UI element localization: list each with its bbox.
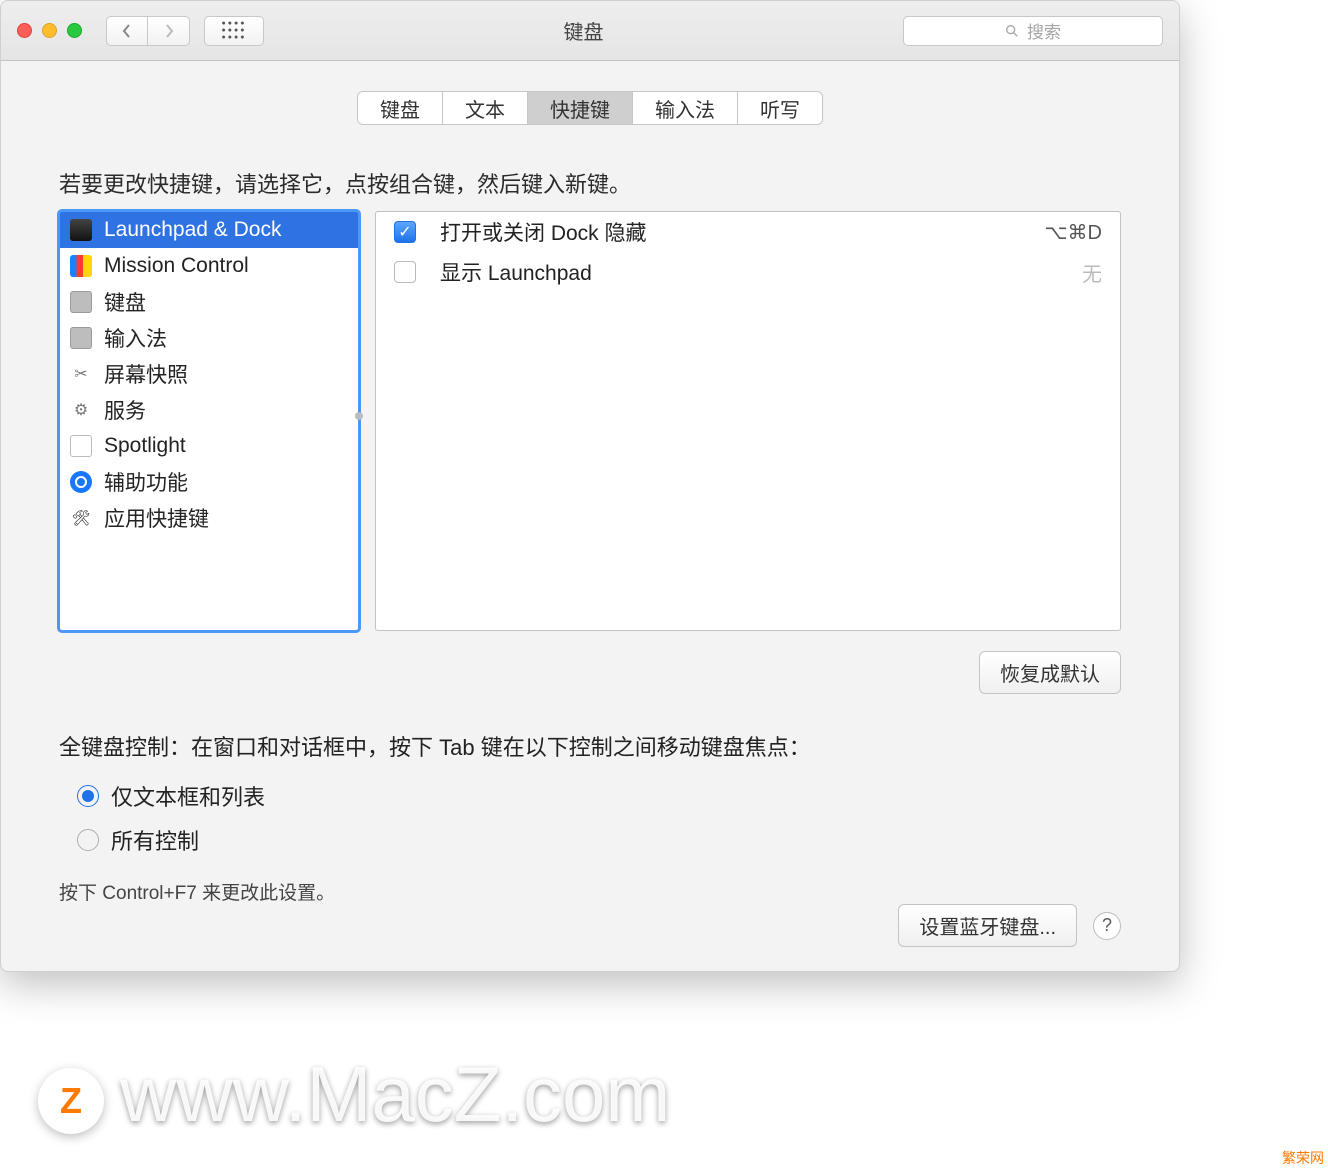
category-input-sources[interactable]: 输入法 — [60, 320, 358, 356]
category-label: 屏幕快照 — [104, 359, 188, 389]
category-app-shortcuts[interactable]: 应用快捷键 — [60, 500, 358, 536]
tab-text[interactable]: 文本 — [443, 92, 528, 124]
restore-defaults-button[interactable]: 恢复成默认 — [979, 651, 1121, 694]
shortcut-row-show-launchpad[interactable]: 显示 Launchpad 无 — [376, 252, 1120, 292]
radio-label: 所有控制 — [111, 824, 199, 856]
app-shortcuts-icon — [70, 507, 92, 529]
category-screenshots[interactable]: 屏幕快照 — [60, 356, 358, 392]
category-keyboard[interactable]: 键盘 — [60, 284, 358, 320]
checkbox[interactable]: ✓ — [394, 221, 416, 243]
close-window-button[interactable] — [17, 23, 32, 38]
shortcut-row-dock-hiding[interactable]: ✓ 打开或关闭 Dock 隐藏 ⌥⌘D — [376, 212, 1120, 252]
nav-group — [106, 16, 190, 46]
watermark-text: www.MacZ.com — [120, 1049, 670, 1140]
category-mission-control[interactable]: Mission Control — [60, 248, 358, 284]
input-icon — [70, 327, 92, 349]
shortcut-key: ⌥⌘D — [1045, 220, 1103, 245]
category-launchpad-dock[interactable]: Launchpad & Dock — [60, 212, 358, 248]
minimize-window-button[interactable] — [42, 23, 57, 38]
show-all-button[interactable]: ●●●●●●●●●●●● — [204, 16, 264, 46]
radio-all-controls[interactable]: 所有控制 — [77, 824, 1121, 856]
window-title: 键盘 — [278, 16, 889, 45]
tab-dictation[interactable]: 听写 — [738, 92, 822, 124]
chevron-left-icon — [122, 23, 132, 39]
category-label: Mission Control — [104, 254, 249, 278]
bluetooth-keyboard-button[interactable]: 设置蓝牙键盘... — [898, 904, 1077, 947]
split-panes: Launchpad & Dock Mission Control 键盘 输入法 — [59, 211, 1121, 631]
forward-button[interactable] — [148, 16, 190, 46]
full-keyboard-access-label: 全键盘控制：在窗口和对话框中，按下 Tab 键在以下控制之间移动键盘焦点： — [59, 730, 1121, 762]
radio-group: 仅文本框和列表 所有控制 — [77, 780, 1121, 856]
back-button[interactable] — [106, 16, 148, 46]
launchpad-icon — [70, 219, 92, 241]
tab-input-sources[interactable]: 输入法 — [633, 92, 738, 124]
tab-bar: 键盘 文本 快捷键 输入法 听写 — [1, 91, 1179, 125]
content-area: 若要更改快捷键，请选择它，点按组合键，然后键入新键。 Launchpad & D… — [1, 167, 1179, 905]
category-label: Launchpad & Dock — [104, 218, 281, 242]
shortcut-label: 显示 Launchpad — [440, 257, 1058, 287]
category-label: 输入法 — [104, 323, 167, 353]
mission-control-icon — [70, 255, 92, 277]
instruction-text: 若要更改快捷键，请选择它，点按组合键，然后键入新键。 — [59, 167, 1121, 199]
category-label: 键盘 — [104, 287, 146, 317]
category-label: 服务 — [104, 395, 146, 425]
watermark-logo: Z — [38, 1068, 104, 1134]
spotlight-icon — [70, 435, 92, 457]
category-spotlight[interactable]: Spotlight — [60, 428, 358, 464]
category-list-pane: Launchpad & Dock Mission Control 键盘 输入法 — [59, 211, 359, 631]
search-placeholder: 搜索 — [1027, 18, 1061, 43]
bottom-row: 设置蓝牙键盘... ? — [898, 904, 1121, 947]
category-label: Spotlight — [104, 434, 186, 458]
category-label: 应用快捷键 — [104, 503, 209, 533]
radio-button[interactable] — [77, 785, 99, 807]
keyboard-icon — [70, 291, 92, 313]
radio-text-boxes-only[interactable]: 仅文本框和列表 — [77, 780, 1121, 812]
shortcut-label: 打开或关闭 Dock 隐藏 — [440, 217, 1021, 247]
radio-label: 仅文本框和列表 — [111, 780, 265, 812]
window-controls — [17, 23, 82, 38]
category-list: Launchpad & Dock Mission Control 键盘 输入法 — [60, 212, 358, 536]
shortcut-list-pane: ✓ 打开或关闭 Dock 隐藏 ⌥⌘D 显示 Launchpad 无 — [375, 211, 1121, 631]
search-input[interactable]: 搜索 — [903, 16, 1163, 46]
help-button[interactable]: ? — [1093, 912, 1121, 940]
system-prefs-window: ●●●●●●●●●●●● 键盘 搜索 键盘 文本 快捷键 输入法 听写 若要更改… — [0, 0, 1180, 972]
services-icon — [70, 399, 92, 421]
screenshot-icon — [70, 363, 92, 385]
watermark-corner: 繁荣网 — [1282, 1148, 1324, 1168]
tab-keyboard[interactable]: 键盘 — [358, 92, 443, 124]
checkbox[interactable] — [394, 261, 416, 283]
category-label: 辅助功能 — [104, 467, 188, 497]
accessibility-icon — [70, 471, 92, 493]
radio-button[interactable] — [77, 829, 99, 851]
chevron-right-icon — [164, 23, 174, 39]
zoom-window-button[interactable] — [67, 23, 82, 38]
shortcut-key: 无 — [1082, 258, 1102, 287]
tab-shortcuts[interactable]: 快捷键 — [528, 92, 633, 124]
scroll-indicator — [355, 412, 363, 420]
search-icon — [1005, 24, 1019, 38]
category-services[interactable]: 服务 — [60, 392, 358, 428]
category-accessibility[interactable]: 辅助功能 — [60, 464, 358, 500]
restore-row: 恢复成默认 — [59, 651, 1121, 694]
control-f7-hint: 按下 Control+F7 来更改此设置。 — [59, 878, 1121, 905]
toolbar: ●●●●●●●●●●●● 键盘 搜索 — [1, 1, 1179, 61]
grid-icon: ●●●●●●●●●●●● — [222, 20, 247, 41]
tab-segment: 键盘 文本 快捷键 输入法 听写 — [357, 91, 823, 125]
